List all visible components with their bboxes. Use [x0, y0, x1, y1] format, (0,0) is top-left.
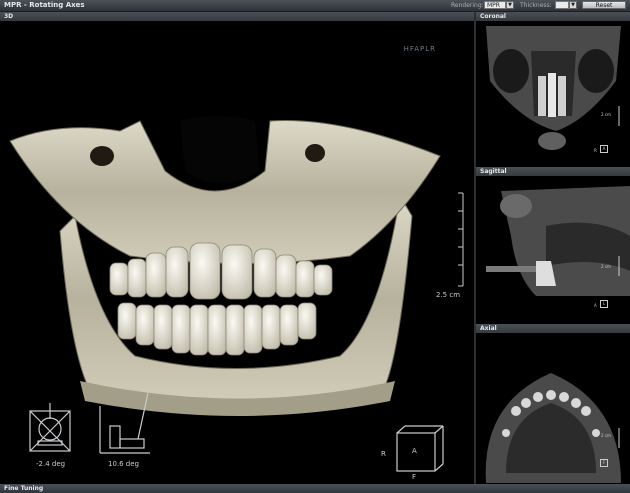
viewport-axial[interactable]: 2 cm F [476, 333, 630, 484]
panel-header-coronal: Coronal [476, 12, 630, 21]
cube-bottom-label: F [412, 473, 417, 481]
sagittal-slice-image [486, 186, 630, 296]
panel-title-3d: 3D [4, 13, 14, 20]
lower-teeth [117, 302, 317, 356]
cube-face-label: A [412, 447, 417, 455]
panel-header-axial: Axial [476, 324, 630, 333]
viewport-sagittal[interactable]: 2 cm A L [476, 176, 630, 319]
orientation-box-axial: F [600, 459, 608, 467]
scale-bar [458, 192, 464, 287]
fine-tuning-bar[interactable]: Fine Tuning [0, 484, 630, 493]
fine-tuning-label: Fine Tuning [4, 485, 44, 492]
scale-label-coronal: 2 cm [601, 112, 611, 117]
viewport-coronal[interactable]: 2 cm R A [476, 21, 630, 164]
scale-label-sagittal: 2 cm [601, 264, 611, 269]
panel-title-sagittal: Sagittal [480, 168, 507, 175]
orientation-box-coronal-label: A [602, 146, 606, 151]
panel-header-sagittal: Sagittal [476, 167, 630, 176]
orientation-box-sagittal-label: L [602, 301, 606, 306]
skull-3d-render [9, 116, 464, 472]
panel-title-axial: Axial [480, 325, 497, 332]
axial-angle-readout: -2.4 deg [36, 460, 66, 468]
rendering-select-value: MPR [487, 2, 500, 9]
axial-rotation-widget [29, 403, 71, 452]
sagittal-angle-readout: 10.6 deg [108, 460, 140, 468]
panel-header-3d: 3D [0, 12, 474, 21]
cube-side-label: R [381, 450, 386, 458]
reset-button[interactable]: Reset [582, 1, 626, 9]
scale-label-3d: 2.5 cm [436, 291, 461, 299]
sagittal-box-left-label: A [594, 303, 597, 308]
viewport-3d[interactable]: HFAPLR 2.5 cm -2.4 deg 10.6 deg A R F [0, 21, 474, 484]
window-titlebar: MPR - Rotating Axes Rendering: MPR ▼ Thi… [0, 0, 630, 12]
orientation-box-axial-label: F [602, 460, 606, 465]
thickness-input[interactable]: ▼ [555, 1, 577, 9]
panel-title-coronal: Coronal [480, 13, 506, 20]
chevron-down-icon[interactable]: ▼ [569, 1, 577, 9]
orientation-cube [396, 425, 444, 472]
coronal-box-left-label: R [594, 148, 597, 153]
rendering-label: Rendering: [451, 2, 484, 9]
chevron-down-icon[interactable]: ▼ [506, 1, 514, 9]
scale-label-axial: 2 cm [601, 433, 611, 438]
orientation-box-coronal: A [600, 145, 608, 153]
window-title: MPR - Rotating Axes [4, 1, 85, 9]
orientation-box-sagittal: L [600, 300, 608, 308]
coronal-slice-image [486, 26, 621, 150]
thickness-label: Thickness: [520, 2, 552, 9]
rendering-select[interactable]: MPR ▼ [484, 1, 514, 9]
